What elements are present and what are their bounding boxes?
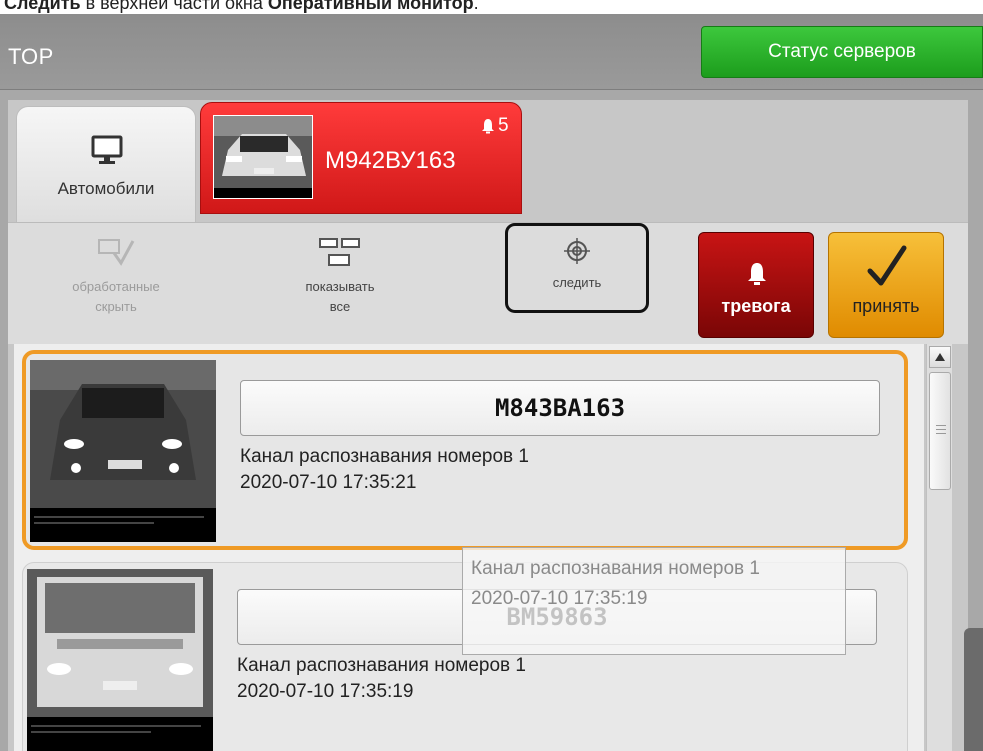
car-photo-icon [30,360,216,542]
target-icon [564,238,590,264]
event-channel: Канал распознавания номеров 1 [237,655,526,676]
event-list: М843ВА163 Канал распознавания номеров 1 … [14,344,924,751]
alarm-counter: 5 [481,115,509,137]
alarm-plate-number: М942ВУ163 [325,147,456,174]
tooltip-channel: Канал распознавания номеров 1 [471,558,760,579]
show-all-label: показывать все [305,279,375,314]
alarm-count: 5 [498,115,509,136]
toolbar: обработанные скрыть показывать все следи… [8,222,968,344]
accept-button-label: принять [852,296,920,316]
tab-automobiles[interactable]: Автомобили [16,106,196,222]
hide-processed-label: обработанные скрыть [72,279,160,314]
show-all-button[interactable]: показывать все [280,223,400,344]
caption-text: в верхней части окна [80,0,268,13]
event-channel: Канал распознавания номеров 1 [240,446,529,467]
scroll-thumb[interactable] [929,372,951,490]
car-photo-icon [214,116,312,198]
event-plate-field[interactable]: М843ВА163 [240,380,880,436]
caption-bold-1: Следить [4,0,81,13]
scroll-up-button[interactable] [929,346,951,368]
event-list-scrollbar[interactable] [926,344,952,751]
server-status-button[interactable]: Статус серверов [701,26,983,78]
tooltip-timestamp: 2020-07-10 17:35:19 [471,588,648,609]
layout-icon [319,238,360,266]
checkmark-icon [867,245,907,286]
bell-icon [482,119,494,134]
bus-photo-icon [27,569,213,751]
tab-automobiles-label: Автомобили [57,179,155,198]
event-card-selected[interactable]: М843ВА163 Канал распознавания номеров 1 … [22,350,908,550]
bell-icon [748,263,766,285]
processed-check-icon [98,239,135,266]
event-timestamp: 2020-07-10 17:35:19 [237,681,414,702]
event-timestamp: 2020-07-10 17:35:21 [240,472,417,493]
tab-alarm-event[interactable]: М942ВУ163 5 [200,102,522,214]
follow-label: следить [552,275,602,290]
alarm-button[interactable]: тревога [698,232,814,338]
instruction-caption: Следить в верхней части окна Оперативный… [4,0,479,14]
hover-tooltip: Канал распознавания номеров 1 2020-07-10… [462,547,846,655]
monitor-panel: Автомобили М942ВУ163 5 обработанные скры… [8,100,968,751]
top-bar: ТОР Статус серверов [0,14,983,90]
side-edge [964,628,983,751]
arrow-up-icon [935,353,945,361]
caption-end: . [473,0,479,13]
caption-bold-2: Оперативный монитор [267,0,474,13]
event-car-photo [30,360,216,542]
operational-monitor-window: ТОР Статус серверов Автомобили М942ВУ163… [0,14,983,751]
window-title: ТОР [8,44,54,69]
alarm-car-thumbnail [213,115,313,199]
accept-button[interactable]: принять [828,232,944,338]
follow-button[interactable]: следить [505,223,649,313]
alarm-button-label: тревога [721,296,791,316]
hide-processed-button[interactable]: обработанные скрыть [54,223,178,344]
monitor-icon [91,135,123,164]
event-car-photo [27,569,213,751]
